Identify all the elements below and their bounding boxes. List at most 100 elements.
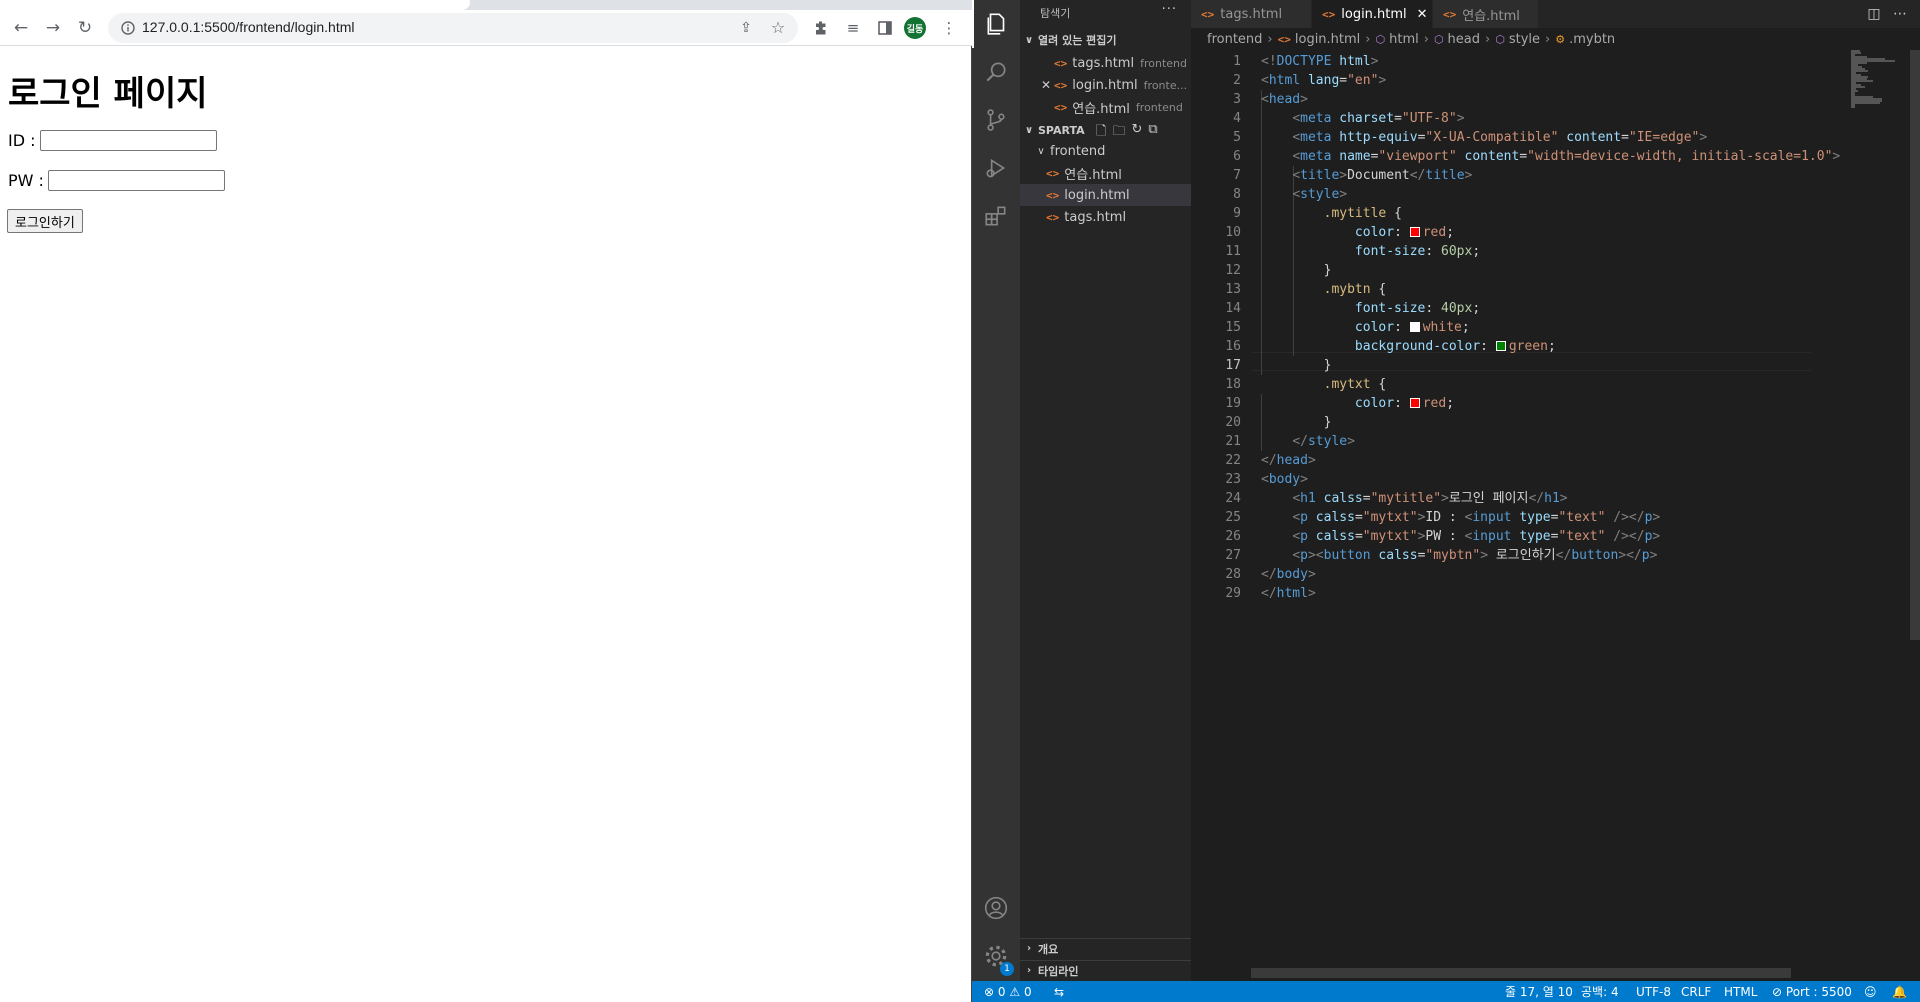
- problems-status[interactable]: ⊗ 0 ⚠ 0: [984, 981, 1032, 1002]
- color-swatch[interactable]: [1409, 227, 1420, 237]
- explorer-more-icon[interactable]: ···: [1162, 2, 1177, 17]
- code-line[interactable]: <meta name="viewport" content="width=dev…: [1261, 147, 1840, 166]
- color-swatch[interactable]: [1409, 322, 1420, 332]
- code-line[interactable]: .mytitle {: [1261, 204, 1402, 223]
- code-line[interactable]: <p calss="mytxt">PW : <input type="text"…: [1261, 527, 1660, 546]
- tab-tags-html[interactable]: <> tags.html: [1191, 0, 1311, 28]
- open-editor-item-active[interactable]: ✕ <> login.html fronte...: [1020, 74, 1191, 96]
- code-line[interactable]: <meta http-equiv = "X-UA-Compatible" conte…: [1261, 128, 1707, 147]
- close-icon[interactable]: ✕: [1038, 78, 1054, 92]
- split-editor-icon[interactable]: ◫: [1864, 4, 1884, 24]
- id-input[interactable]: [39, 130, 217, 151]
- code-line[interactable]: <h1 calss="mytitle">로그인 페이지</h1>: [1261, 489, 1567, 508]
- indent-setting[interactable]: 공백: 4: [1581, 981, 1619, 1002]
- editor-more-icon[interactable]: ⋯: [1890, 4, 1910, 24]
- browser-menu-icon[interactable]: ⋮: [936, 15, 962, 41]
- reading-list-icon[interactable]: ≡: [840, 15, 866, 41]
- feedback-icon[interactable]: ☺: [1864, 981, 1877, 1002]
- accounts-icon[interactable]: [972, 884, 1020, 932]
- code-line[interactable]: <p calss="mytxt">ID : <input type="text"…: [1261, 508, 1660, 527]
- code-line[interactable]: }: [1261, 261, 1332, 280]
- reload-icon[interactable]: ↻: [72, 15, 98, 41]
- search-icon[interactable]: [972, 48, 1020, 96]
- folder-frontend[interactable]: ∨ frontend: [1020, 140, 1191, 162]
- side-panel-icon[interactable]: [872, 15, 898, 41]
- code-line[interactable]: <!DOCTYPE html>: [1261, 52, 1378, 71]
- vertical-scrollbar[interactable]: [1910, 50, 1920, 640]
- code-line[interactable]: }: [1261, 356, 1332, 375]
- file-item-selected[interactable]: <> login.html: [1020, 184, 1191, 206]
- breadcrumb-item[interactable]: .mybtn: [1569, 32, 1615, 47]
- code-line[interactable]: <style>: [1261, 185, 1347, 204]
- breadcrumb-item[interactable]: html: [1389, 32, 1419, 47]
- color-swatch[interactable]: [1409, 398, 1420, 408]
- code-token: {: [1370, 377, 1387, 392]
- encoding-status[interactable]: UTF-8: [1636, 981, 1671, 1002]
- bookmark-star-icon[interactable]: ☆: [768, 17, 788, 37]
- source-control-icon[interactable]: [972, 96, 1020, 144]
- code-line[interactable]: <meta charset="UTF-8">: [1261, 109, 1464, 128]
- live-server-status[interactable]: ⊘ Port : 5500: [1772, 981, 1852, 1002]
- color-swatch[interactable]: [1495, 341, 1506, 351]
- tab-practice-html[interactable]: <> 연습.html: [1433, 0, 1538, 28]
- code-editor[interactable]: 1 2 3 4 5 6 7 8 9 10 11 12 13 14 15 16 17 18 19 20 21 22 23 24 2…: [1191, 52, 1840, 972]
- breadcrumb-item[interactable]: head: [1448, 32, 1480, 47]
- code-line[interactable]: <head>: [1261, 90, 1308, 109]
- code-line[interactable]: <body>: [1261, 470, 1308, 489]
- extensions-view-icon[interactable]: [972, 192, 1020, 240]
- timeline-header[interactable]: › 타임라인: [1020, 960, 1191, 980]
- code-line[interactable]: background-color: green;: [1261, 337, 1556, 356]
- close-icon[interactable]: ✕: [1417, 7, 1428, 22]
- breadcrumb-item[interactable]: login.html: [1295, 32, 1360, 47]
- open-editors-header[interactable]: ∨ 열려 있는 편집기: [1020, 30, 1191, 50]
- live-share-icon[interactable]: ⇆: [1054, 981, 1064, 1002]
- code-line[interactable]: <p><button calss="mybtn"> 로그인하기</button>…: [1261, 546, 1657, 565]
- pw-input[interactable]: [47, 170, 225, 191]
- url-text[interactable]: 127.0.0.1:5500/frontend/login.html: [142, 19, 355, 35]
- forward-arrow-icon[interactable]: →: [40, 15, 66, 41]
- code-line[interactable]: color: red;: [1261, 223, 1454, 242]
- extensions-icon[interactable]: [808, 15, 834, 41]
- code-line[interactable]: <title>Document</title>: [1261, 166, 1472, 185]
- file-item[interactable]: <> tags.html: [1020, 206, 1191, 228]
- explorer-title: 탐색기: [1040, 7, 1071, 20]
- code-line[interactable]: </style>: [1261, 432, 1355, 451]
- login-button[interactable]: 로그인하기: [7, 209, 83, 233]
- code-line[interactable]: </head>: [1261, 451, 1316, 470]
- language-mode[interactable]: HTML: [1724, 981, 1757, 1002]
- code-line[interactable]: color: red;: [1261, 394, 1454, 413]
- code-line[interactable]: font-size: 40px;: [1261, 299, 1480, 318]
- breadcrumb-item[interactable]: style: [1509, 32, 1540, 47]
- open-editor-item[interactable]: <> tags.html frontend: [1020, 52, 1191, 74]
- open-editor-item[interactable]: <> 연습.html frontend: [1020, 96, 1191, 118]
- code-line[interactable]: </html>: [1261, 584, 1316, 603]
- code-token: .mybtn: [1323, 282, 1371, 297]
- browser-tab[interactable]: [0, 0, 470, 10]
- outline-header[interactable]: › 개요: [1020, 938, 1191, 958]
- code-line[interactable]: </body>: [1261, 565, 1316, 584]
- eol-status[interactable]: CRLF: [1681, 981, 1711, 1002]
- notifications-bell-icon[interactable]: 🔔: [1892, 981, 1907, 1002]
- address-bar[interactable]: 127.0.0.1:5500/frontend/login.html ⇪ ☆: [108, 13, 798, 43]
- line-number: 12: [1225, 263, 1241, 278]
- manage-gear-icon[interactable]: 1: [972, 932, 1020, 980]
- site-info-icon[interactable]: [118, 18, 138, 38]
- tab-login-html[interactable]: <> login.html ✕: [1312, 0, 1432, 28]
- run-debug-icon[interactable]: [972, 144, 1020, 192]
- profile-avatar[interactable]: 길동: [904, 17, 926, 39]
- code-line[interactable]: }: [1261, 413, 1332, 432]
- breadcrumb-item[interactable]: frontend: [1207, 32, 1262, 47]
- back-arrow-icon[interactable]: ←: [8, 15, 34, 41]
- code-line[interactable]: .mytxt {: [1261, 375, 1387, 394]
- code-line[interactable]: color: white;: [1261, 318, 1470, 337]
- minimap[interactable]: [1851, 50, 1911, 110]
- file-item[interactable]: <> 연습.html: [1020, 162, 1191, 184]
- code-line[interactable]: font-size: 60px;: [1261, 242, 1480, 261]
- explorer-icon[interactable]: [972, 0, 1020, 48]
- code-line[interactable]: <html lang="en">: [1261, 71, 1386, 90]
- code-line[interactable]: .mybtn {: [1261, 280, 1387, 299]
- cursor-position[interactable]: 줄 17, 열 10: [1505, 981, 1573, 1002]
- share-icon[interactable]: ⇪: [736, 18, 756, 38]
- horizontal-scrollbar[interactable]: [1251, 968, 1791, 978]
